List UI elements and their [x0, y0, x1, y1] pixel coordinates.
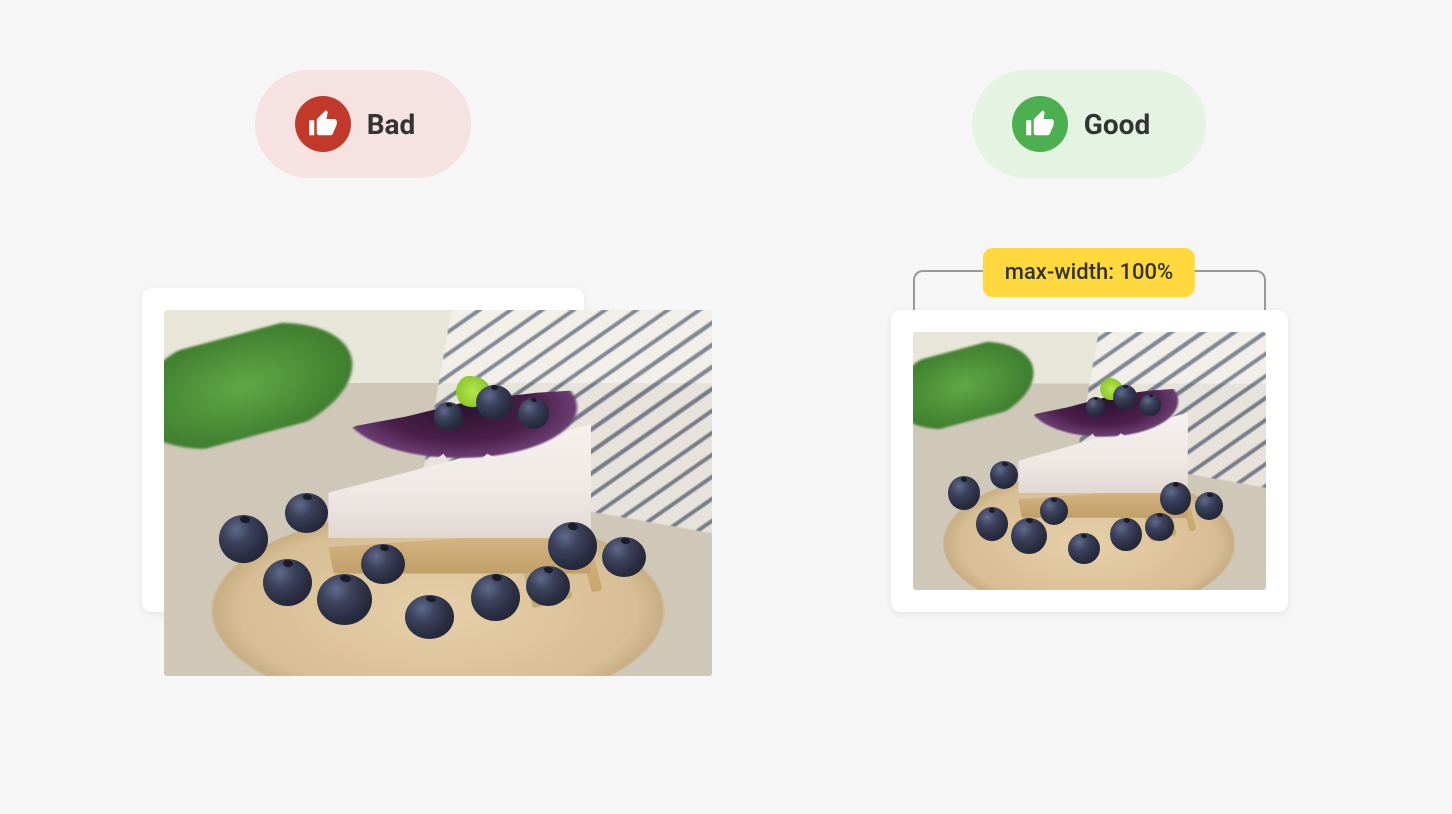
- good-label: Good: [1084, 108, 1150, 141]
- thumbs-up-icon: [1012, 96, 1068, 152]
- bad-column: Bad: [0, 0, 726, 814]
- bad-badge: Bad: [255, 70, 472, 178]
- good-badge: Good: [972, 70, 1206, 178]
- bad-card-wrap: [142, 288, 584, 612]
- comparison-container: Bad: [0, 0, 1452, 814]
- good-card-wrap: max-width: 100%: [891, 310, 1288, 612]
- annotation-label: max-width: 100%: [983, 248, 1195, 297]
- bad-label: Bad: [367, 108, 416, 141]
- bad-card: [142, 288, 584, 612]
- good-column: Good max-width: 100%: [726, 0, 1452, 814]
- good-card: [891, 310, 1288, 612]
- bad-image: [164, 310, 712, 676]
- thumbs-down-icon: [295, 96, 351, 152]
- good-image: [913, 332, 1266, 590]
